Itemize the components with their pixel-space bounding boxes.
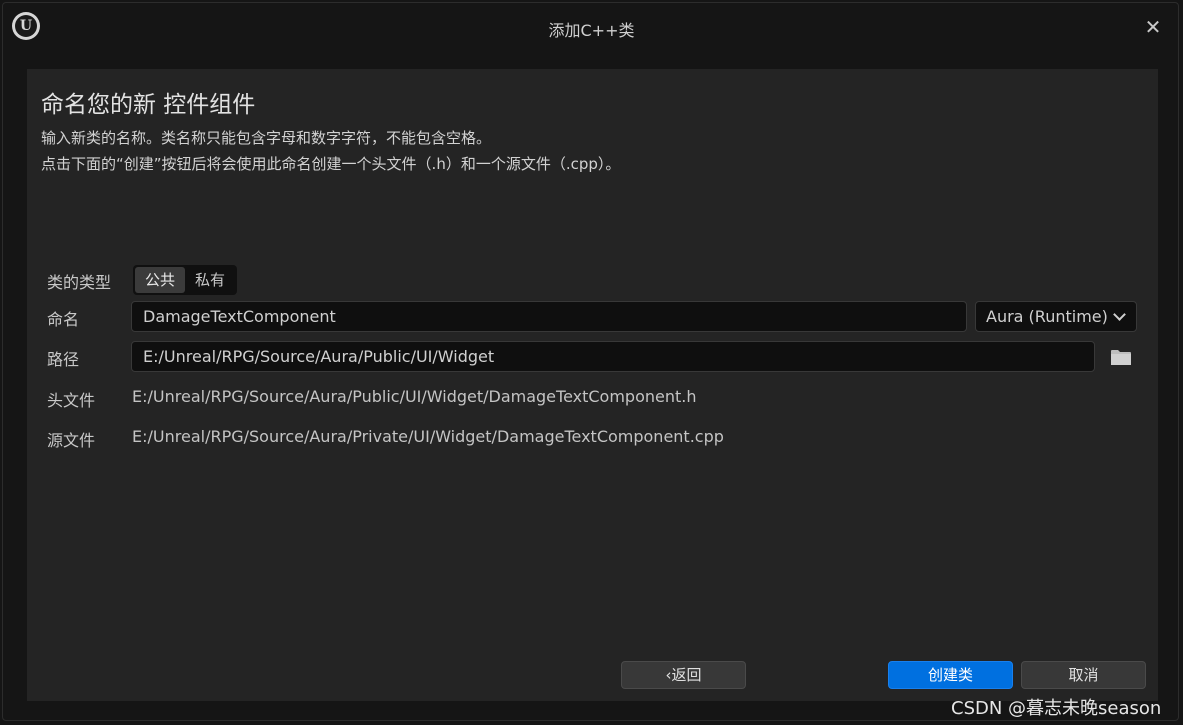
source-file-path: E:/Unreal/RPG/Source/Aura/Private/UI/Wid… bbox=[132, 427, 724, 446]
class-type-toggle: 公共 私有 bbox=[133, 265, 238, 295]
cancel-button[interactable]: 取消 bbox=[1021, 661, 1146, 689]
name-label: 命名 bbox=[47, 310, 80, 329]
description-line-2: 点击下面的“创建”按钮后将会使用此命名创建一个头文件（.h）和一个源文件（.cp… bbox=[41, 155, 621, 173]
class-type-public-option[interactable]: 公共 bbox=[135, 267, 186, 293]
chevron-down-icon bbox=[1113, 308, 1126, 321]
page-title: 命名您的新 控件组件 bbox=[41, 92, 256, 118]
class-type-label: 类的类型 bbox=[47, 273, 112, 292]
path-input[interactable]: E:/Unreal/RPG/Source/Aura/Public/UI/Widg… bbox=[131, 341, 1095, 372]
csdn-watermark: CSDN @暮志未晚season bbox=[951, 698, 1162, 719]
module-dropdown-value: Aura (Runtime) bbox=[986, 307, 1108, 326]
close-button[interactable]: ✕ bbox=[1141, 15, 1165, 39]
header-file-path: E:/Unreal/RPG/Source/Aura/Public/UI/Widg… bbox=[132, 387, 697, 406]
source-file-label: 源文件 bbox=[47, 431, 96, 450]
create-class-button[interactable]: 创建类 bbox=[888, 661, 1013, 689]
path-label: 路径 bbox=[47, 350, 80, 369]
back-button[interactable]: ‹返回 bbox=[621, 661, 746, 689]
window-title: 添加C++类 bbox=[548, 21, 635, 40]
class-type-private-option[interactable]: 私有 bbox=[185, 267, 235, 293]
description-line-1: 输入新类的名称。类名称只能包含字母和数字字符，不能包含空格。 bbox=[41, 129, 492, 147]
add-cpp-class-dialog: U 添加C++类 ✕ 命名您的新 控件组件 输入新类的名称。类名称只能包含字母和… bbox=[2, 2, 1179, 721]
class-name-input[interactable]: DamageTextComponent bbox=[131, 301, 967, 332]
content-panel: 命名您的新 控件组件 输入新类的名称。类名称只能包含字母和数字字符，不能包含空格… bbox=[27, 69, 1158, 701]
title-bar: U 添加C++类 ✕ bbox=[3, 3, 1180, 51]
module-dropdown[interactable]: Aura (Runtime) bbox=[975, 301, 1137, 332]
header-file-label: 头文件 bbox=[47, 391, 96, 410]
folder-icon[interactable] bbox=[1110, 348, 1132, 366]
